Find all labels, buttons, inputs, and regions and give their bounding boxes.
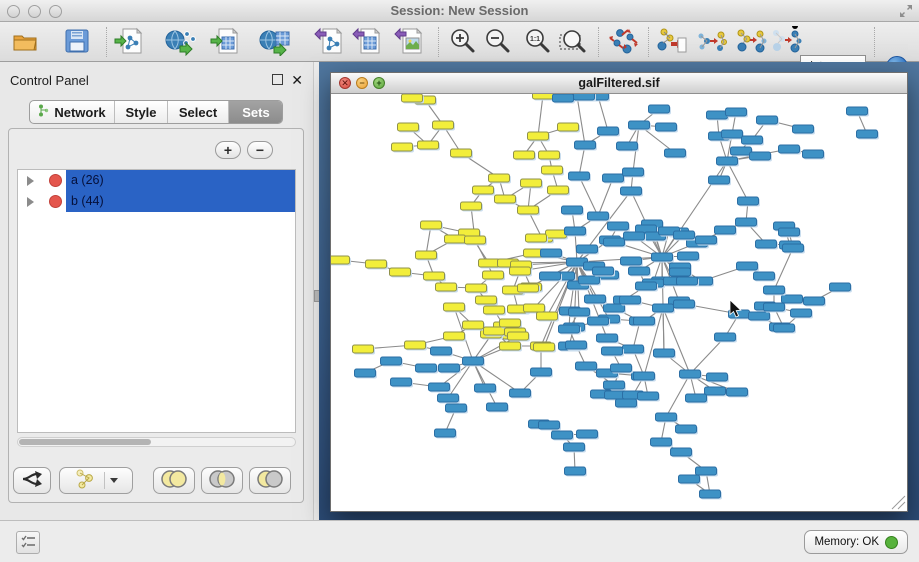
network-window[interactable]: ✕ − + galFiltered.sif	[330, 72, 908, 512]
task-history-button[interactable]	[16, 531, 40, 554]
set-dot-icon	[49, 174, 62, 187]
layout-icon	[608, 26, 640, 59]
button-divider	[104, 472, 105, 489]
chevron-down-icon	[110, 478, 118, 483]
toolbar-separator	[598, 27, 599, 57]
float-panel-icon[interactable]	[272, 74, 283, 85]
scrollbar-thumb[interactable]	[19, 439, 151, 445]
status-bar: Memory: OK	[0, 520, 919, 562]
zoom-out-button[interactable]	[480, 25, 514, 59]
apply-layout-button[interactable]	[607, 25, 641, 59]
export-image-icon	[394, 26, 424, 59]
memory-ok-dot-icon	[885, 536, 898, 549]
import-table-web-icon	[259, 26, 291, 59]
network-from-selection-button[interactable]	[655, 25, 689, 59]
export-network-button[interactable]	[312, 25, 346, 59]
save-floppy-icon	[64, 28, 90, 57]
window-titlebar: Session: New Session	[0, 0, 919, 22]
import-network-file-icon	[114, 26, 144, 59]
memory-status-label: Memory: OK	[814, 536, 879, 548]
tab-select[interactable]: Select	[168, 101, 229, 123]
open-folder-icon	[11, 27, 39, 58]
remove-set-button[interactable]: −	[247, 141, 273, 159]
svg-text:1:1: 1:1	[530, 36, 540, 43]
control-panel-tabs: Network Style Select Sets	[29, 100, 283, 124]
tab-network[interactable]: Network	[30, 101, 115, 123]
set-dot-icon	[49, 195, 62, 208]
intersect-sets-button[interactable]	[201, 467, 243, 494]
set-label: a (26)	[71, 173, 104, 187]
task-checklist-icon	[21, 534, 36, 551]
network-canvas[interactable]	[331, 94, 907, 511]
show-hide-icon	[770, 26, 802, 59]
zoom-one-to-one-icon: 1:1	[523, 27, 551, 58]
import-network-file-button[interactable]	[112, 25, 146, 59]
network-window-title: galFiltered.sif	[331, 76, 907, 90]
toolbar-separator	[648, 27, 649, 57]
toolbar-separator	[438, 27, 439, 57]
first-neighbors-button[interactable]	[695, 25, 729, 59]
export-table-button[interactable]	[350, 25, 384, 59]
first-neighbors-icon	[696, 26, 728, 59]
open-session-button[interactable]	[8, 25, 42, 59]
create-set-dropdown-button[interactable]	[59, 467, 133, 494]
zoom-in-icon	[448, 27, 476, 58]
save-session-button[interactable]	[60, 25, 94, 59]
import-table-web-button[interactable]	[258, 25, 292, 59]
sets-list: a (26) b (44)	[17, 169, 296, 433]
venn-union-icon	[159, 469, 189, 492]
import-table-file-button[interactable]	[208, 25, 242, 59]
expander-triangle-icon[interactable]	[27, 176, 34, 186]
split-arrow-icon	[20, 470, 44, 491]
expand-selection-button[interactable]	[734, 25, 768, 59]
network-tree-icon	[38, 104, 49, 120]
export-table-icon	[352, 26, 382, 59]
control-panel-header: Control Panel ✕	[0, 70, 313, 92]
horizontal-scrollbar[interactable]	[17, 437, 296, 447]
set-label: b (44)	[71, 194, 104, 208]
zoom-fit-button[interactable]: 1:1	[520, 25, 554, 59]
memory-status-button[interactable]: Memory: OK	[804, 530, 908, 554]
tab-style[interactable]: Style	[115, 101, 168, 123]
venn-difference-icon	[255, 469, 285, 492]
control-panel-title: Control Panel	[10, 73, 89, 88]
close-panel-icon[interactable]: ✕	[291, 72, 303, 89]
import-network-web-button[interactable]	[164, 25, 198, 59]
control-panel: Control Panel ✕ Network Style Select Set…	[0, 62, 313, 520]
tab-label: Select	[179, 105, 217, 120]
toolbar-separator	[106, 27, 107, 57]
main-toolbar: 1:1	[0, 22, 919, 62]
tab-label: Sets	[242, 105, 269, 120]
window-title: Session: New Session	[0, 3, 919, 18]
zoom-in-button[interactable]	[445, 25, 479, 59]
difference-sets-button[interactable]	[249, 467, 291, 494]
import-network-web-icon	[165, 26, 197, 59]
cytoscape-app: Session: New Session	[0, 0, 919, 562]
list-item-set-b[interactable]: b (44)	[18, 191, 295, 212]
union-sets-button[interactable]	[153, 467, 195, 494]
tab-label: Style	[125, 105, 156, 120]
toolbar-separator	[874, 27, 875, 57]
export-image-button[interactable]	[392, 25, 426, 59]
tab-sets[interactable]: Sets	[229, 101, 283, 123]
show-hide-button[interactable]	[769, 25, 803, 59]
zoom-selected-button[interactable]	[556, 25, 590, 59]
network-from-selection-icon	[656, 26, 688, 59]
network-window-titlebar[interactable]: ✕ − + galFiltered.sif	[331, 73, 907, 94]
import-table-file-icon	[210, 26, 240, 59]
export-network-icon	[314, 26, 344, 59]
venn-intersection-icon	[207, 469, 237, 492]
list-item-set-a[interactable]: a (26)	[18, 170, 295, 191]
fullscreen-icon[interactable]	[899, 4, 913, 18]
yellow-network-icon	[73, 469, 99, 492]
split-set-button[interactable]	[13, 467, 51, 494]
tab-label: Network	[54, 105, 105, 120]
sets-panel: + − a (26) b (44)	[8, 128, 304, 503]
network-graph[interactable]	[331, 94, 907, 511]
zoom-out-icon	[483, 27, 511, 58]
expander-triangle-icon[interactable]	[27, 197, 34, 207]
zoom-selected-icon	[558, 27, 588, 58]
add-set-button[interactable]: +	[215, 141, 241, 159]
expand-selection-icon	[735, 26, 767, 59]
